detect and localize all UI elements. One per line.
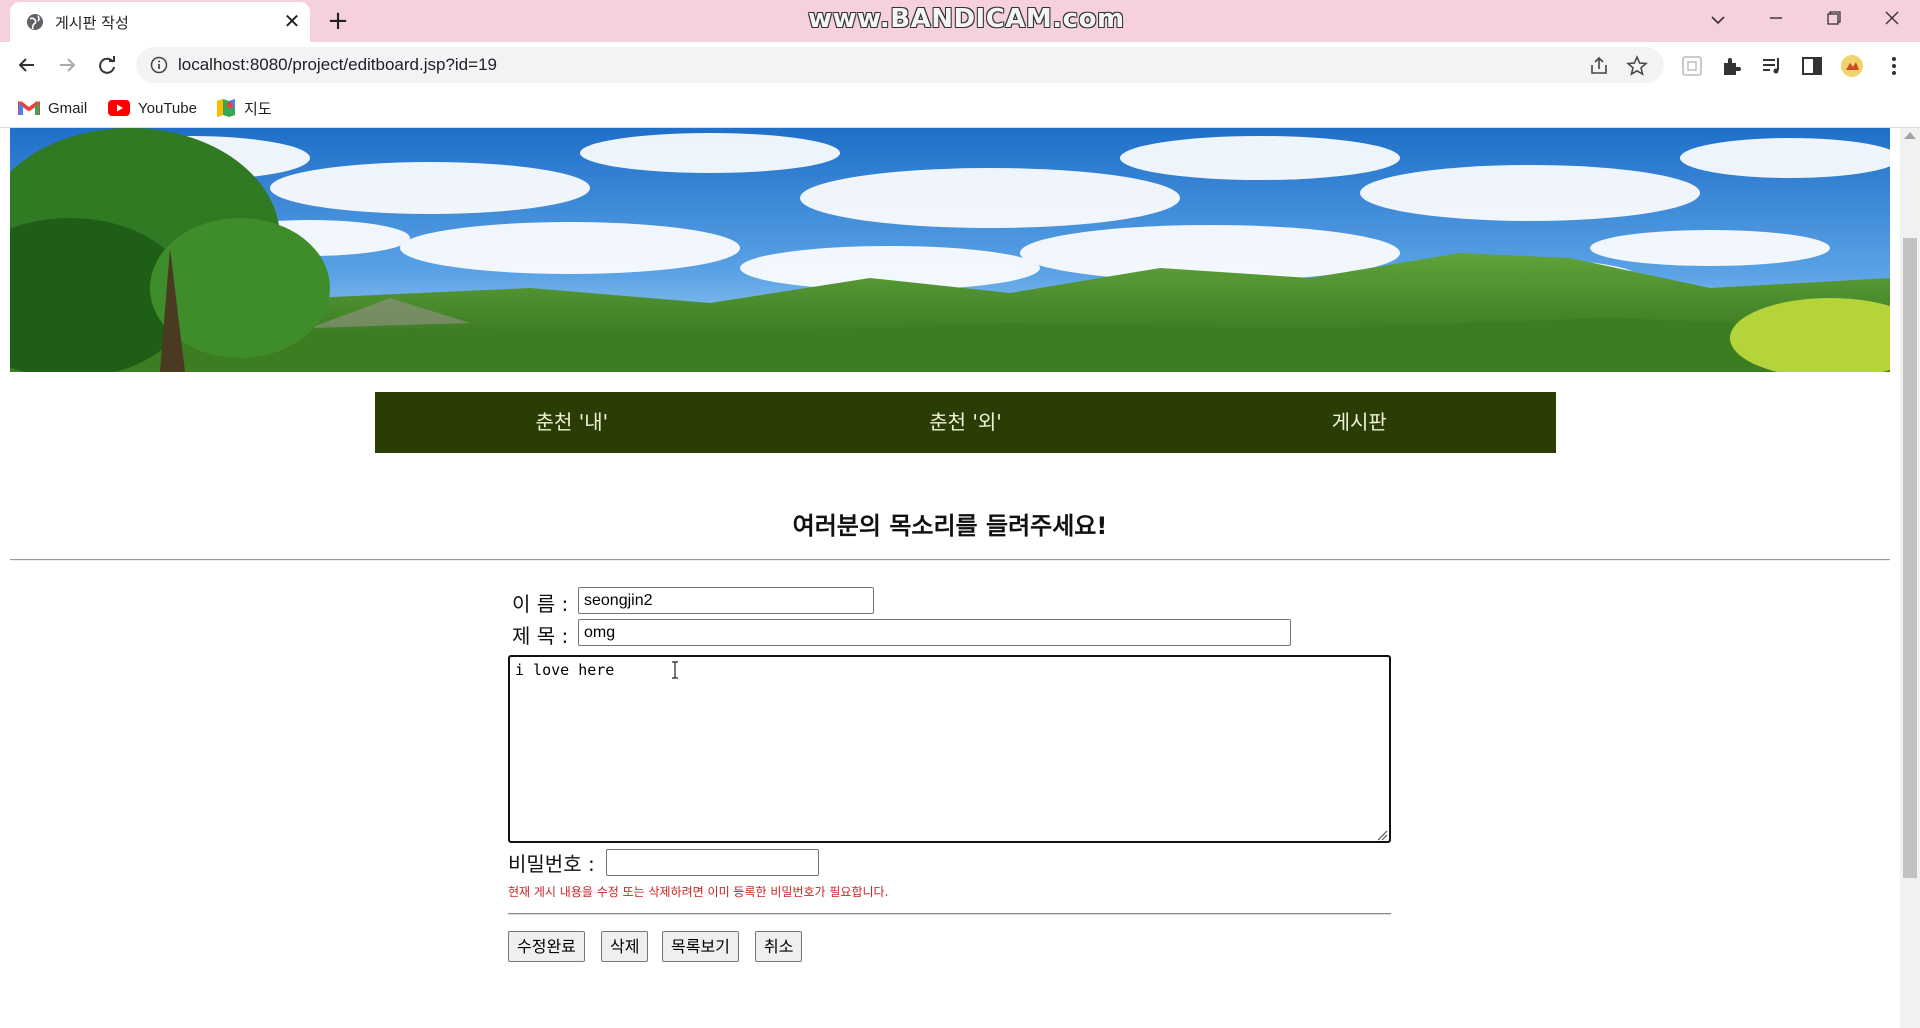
resize-grip-icon[interactable] xyxy=(1376,829,1388,841)
maps-icon xyxy=(217,99,235,117)
browser-tab[interactable]: 게시판 작성 ✕ xyxy=(10,2,310,42)
list-view-button[interactable]: 목록보기 xyxy=(662,931,739,962)
back-arrow-icon[interactable] xyxy=(12,50,42,80)
bookmark-label: Gmail xyxy=(48,99,88,117)
bookmark-label: 지도 xyxy=(244,100,272,118)
media-control-icon[interactable] xyxy=(1760,54,1784,78)
browser-toolbar: localhost:8080/project/editboard.jsp?id=… xyxy=(0,42,1920,88)
delete-button[interactable]: 삭제 xyxy=(601,931,649,962)
share-icon[interactable] xyxy=(1588,55,1610,77)
vertical-scrollbar[interactable] xyxy=(1900,128,1920,1028)
browser-titlebar: 게시판 작성 ✕ + www.BANDICAM.com xyxy=(0,0,1920,42)
tab-close-icon[interactable]: ✕ xyxy=(280,9,304,33)
title-field[interactable] xyxy=(578,619,1291,646)
bookmark-star-icon[interactable] xyxy=(1626,55,1648,77)
scrollbar-thumb[interactable] xyxy=(1903,238,1917,878)
menu-item-inside[interactable]: 춘천 '내' xyxy=(375,392,769,453)
extensions-puzzle-icon[interactable] xyxy=(1720,54,1744,78)
new-tab-button[interactable]: + xyxy=(322,6,354,36)
title-label: 제 목 : xyxy=(512,624,569,648)
youtube-icon xyxy=(108,100,130,116)
bookmark-gmail[interactable]: Gmail xyxy=(18,96,87,120)
content-textarea[interactable] xyxy=(508,655,1391,843)
chrome-menu-icon[interactable] xyxy=(1882,54,1906,78)
menu-item-board[interactable]: 게시판 xyxy=(1162,392,1556,453)
bookmark-maps[interactable]: 지도 xyxy=(216,96,272,120)
page-heading: 여러분의 목소리를 들려주세요! xyxy=(792,512,1108,540)
bookmark-label: YouTube xyxy=(138,99,197,117)
reload-icon[interactable] xyxy=(92,50,122,80)
name-label: 이 름 : xyxy=(512,592,569,616)
gmail-icon xyxy=(18,100,40,115)
bookmark-youtube[interactable]: YouTube xyxy=(108,96,197,120)
extension-box-icon[interactable] xyxy=(1680,54,1704,78)
bandicam-watermark: www.BANDICAM.com xyxy=(808,4,1125,34)
main-menu: 춘천 '내' 춘천 '외' 게시판 xyxy=(375,392,1556,453)
page-viewport: 춘천 '내' 춘천 '외' 게시판 여러분의 목소리를 들려주세요! 이 름 :… xyxy=(0,128,1900,1028)
divider xyxy=(10,559,1890,561)
url-text: localhost:8080/project/editboard.jsp?id=… xyxy=(178,55,497,74)
form-divider xyxy=(508,913,1391,915)
password-label: 비밀번호 : xyxy=(508,852,595,876)
cancel-button[interactable]: 취소 xyxy=(755,931,803,962)
menu-item-outside[interactable]: 춘천 '외' xyxy=(769,392,1163,453)
restore-icon[interactable] xyxy=(1812,4,1856,36)
password-hint: 현재 게시 내용을 수정 또는 삭제하려면 이미 등록한 비밀번호가 필요합니다… xyxy=(508,885,889,899)
close-window-icon[interactable] xyxy=(1870,4,1914,36)
text-cursor-icon xyxy=(672,661,678,679)
submit-edit-button[interactable]: 수정완료 xyxy=(508,931,585,962)
scroll-up-arrow-icon[interactable] xyxy=(1904,132,1916,139)
globe-icon xyxy=(27,14,43,30)
bookmarks-bar: Gmail YouTube 지도 xyxy=(0,88,1920,128)
name-field[interactable] xyxy=(578,587,874,614)
landscape-banner-image xyxy=(10,128,1890,372)
profile-avatar-icon[interactable] xyxy=(1840,54,1864,78)
side-panel-icon[interactable] xyxy=(1800,54,1824,78)
site-info-icon[interactable] xyxy=(150,56,168,74)
password-field[interactable] xyxy=(606,849,819,876)
tab-search-icon[interactable] xyxy=(1696,4,1740,36)
forward-arrow-icon[interactable] xyxy=(52,50,82,80)
tab-title: 게시판 작성 xyxy=(55,14,129,32)
address-bar[interactable]: localhost:8080/project/editboard.jsp?id=… xyxy=(136,47,1664,83)
minimize-icon[interactable] xyxy=(1754,4,1798,36)
